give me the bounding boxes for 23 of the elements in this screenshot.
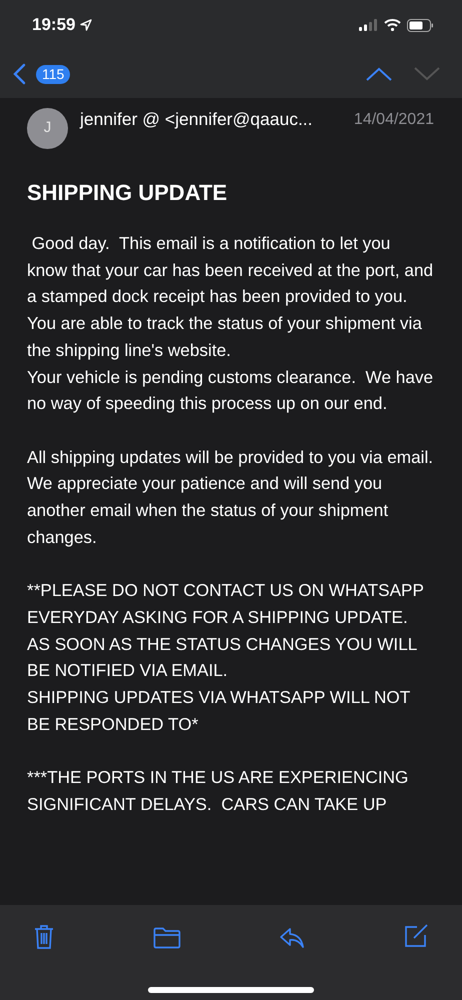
body-paragraph: ***THE PORTS IN THE US ARE EXPERIENCING SIGNIFICANT DELAYS. CARS CAN TAKE UP xyxy=(27,766,410,816)
battery-icon xyxy=(407,18,434,32)
sender-name: jennifer @ <jennifer@qaauc... xyxy=(80,108,313,131)
chevron-up-icon[interactable] xyxy=(366,67,392,81)
reply-icon[interactable] xyxy=(279,927,305,949)
location-arrow-icon xyxy=(80,19,92,31)
body-paragraph: Good day. This email is a notification to let you know that your car has been received at the port, and a stamped dock receipt has been provided to you. xyxy=(27,232,434,308)
status-time: 19:59 xyxy=(32,14,76,36)
wifi-icon xyxy=(384,19,401,31)
body-paragraph: Your vehicle is pending customs clearance. We have no way of speeding this process up on our end. xyxy=(27,366,434,416)
avatar: J xyxy=(27,108,68,149)
body-paragraph: **PLEASE DO NOT CONTACT US ON WHATSAPP EVERYDAY ASKING FOR A SHIPPING UPDATE. AS SOON AS THE STATUS CHANGES YOU WILL BE NOTIFIED VIA EMAIL. xyxy=(27,579,425,682)
unread-count: 115 xyxy=(36,64,70,84)
compose-icon[interactable] xyxy=(403,923,429,949)
body-paragraph: All shipping updates will be provided to you via email. We appreciate your patience and will send you another email when the status of your shipment changes. xyxy=(27,446,434,549)
back-icon[interactable] xyxy=(13,63,26,85)
subject-heading: SHIPPING UPDATE xyxy=(27,179,228,207)
trash-icon[interactable] xyxy=(33,923,55,950)
folder-icon[interactable] xyxy=(153,927,181,949)
signal-icon xyxy=(359,19,378,31)
message-date: 14/04/2021 xyxy=(354,110,434,130)
body-paragraph: You are able to track the status of your shipment via the shipping line's website. xyxy=(27,312,423,362)
body-paragraph: SHIPPING UPDATES VIA WHATSAPP WILL NOT BE RESPONDED TO* xyxy=(27,686,411,736)
